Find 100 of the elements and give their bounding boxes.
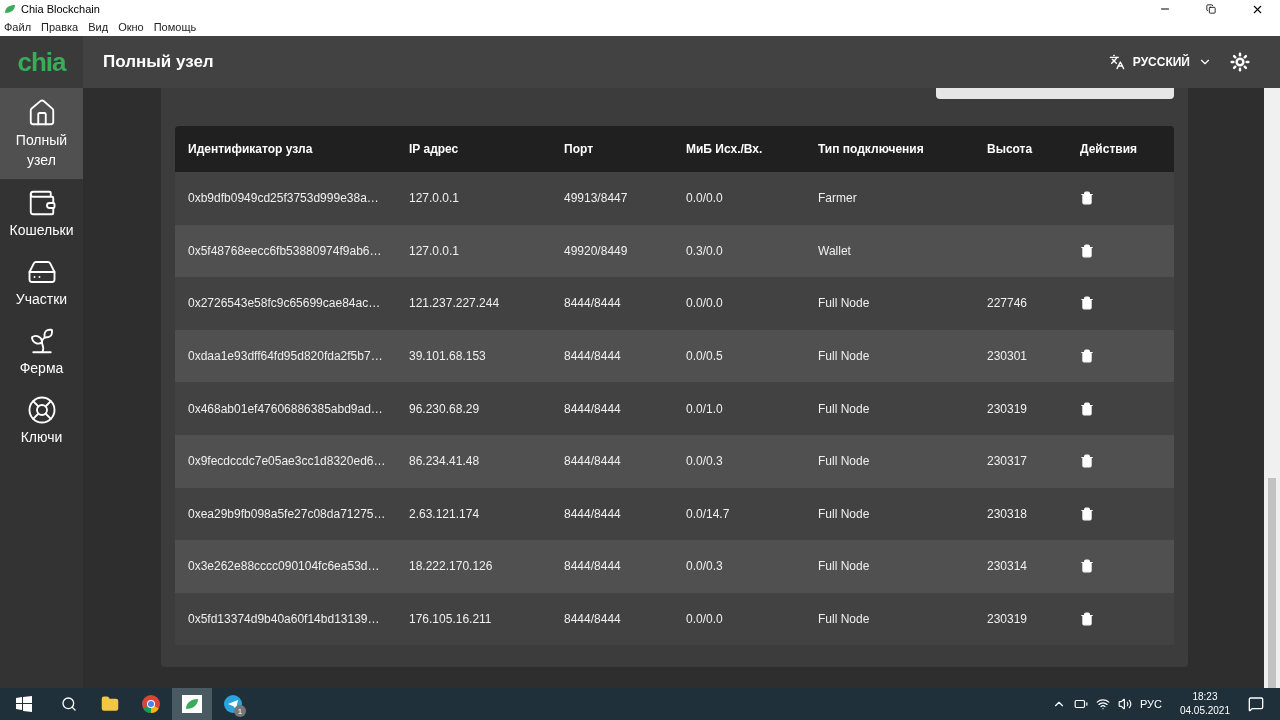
table-cell-text: 0x5fd13374d9b40a60f14bd13139… (188, 612, 381, 627)
table-cell-text: 0x3e262e88cccc090104fc6ea53d… (188, 559, 381, 574)
delete-button[interactable] (1080, 454, 1094, 469)
column-header: Порт (564, 142, 594, 156)
table-cell-text: 0x9fecdccdc7e05ae3cc1d8320ed6… (188, 454, 387, 469)
table-cell-text: Full Node (818, 296, 871, 311)
trash-icon (1080, 191, 1094, 206)
sidebar-item[interactable]: Участки (0, 248, 83, 317)
sidebar-item[interactable]: Полный узел (0, 88, 83, 179)
table-cell-text: 86.234.41.48 (409, 454, 481, 469)
trash-icon (1080, 559, 1094, 574)
keyboard-language[interactable]: РУС (1139, 698, 1162, 710)
sidebar-item[interactable]: Ключи (0, 386, 83, 455)
table-cell-text: 0xdaa1e93dff64fd95d820fda2f5b7… (188, 349, 384, 364)
language-selector[interactable]: РУССКИЙ (1102, 53, 1218, 71)
table-cell-text: 0xb9dfb0949cd25f3753d999e38a… (188, 191, 380, 206)
menu-item[interactable]: Вид (88, 21, 109, 33)
clock[interactable]: 18:23 04.05.2021 (1179, 690, 1230, 718)
table-cell-text: 0x2726543e58fc9c65699cae84ac… (188, 296, 382, 311)
table-cell-text: 18.222.170.126 (409, 559, 494, 574)
delete-button[interactable] (1080, 506, 1094, 521)
menu-item[interactable]: Правка (41, 21, 79, 33)
page-title: Полный узел (103, 52, 214, 72)
table-cell-text: 0.0/1.0 (686, 401, 724, 416)
browser-icon (142, 695, 160, 713)
table-cell-text: 8444/8444 (564, 401, 622, 416)
volume-icon[interactable] (1117, 697, 1132, 711)
table-cell-text: Full Node (818, 506, 871, 521)
table-cell-text: 0.3/0.0 (686, 243, 724, 258)
settings-button[interactable] (1230, 52, 1250, 72)
table-cell-text: 8444/8444 (564, 506, 622, 521)
trash-icon (1080, 349, 1094, 364)
leaf-app-button[interactable] (172, 688, 212, 720)
table-cell-text: 49913/8447 (564, 191, 629, 206)
table-cell-text: 230314 (987, 559, 1029, 574)
table-cell-text: 49920/8449 (564, 243, 629, 258)
table-cell-text: 0.0/0.5 (686, 349, 724, 364)
trash-icon (1080, 506, 1094, 521)
table-cell-text: 8444/8444 (564, 349, 622, 364)
table-cell-text: 230319 (987, 401, 1029, 416)
column-header: Тип подключения (818, 142, 925, 156)
table-cell-text: 227746 (987, 296, 1029, 311)
sidebar-item[interactable]: Ферма (0, 317, 83, 386)
table-cell-text: Wallet (818, 243, 852, 258)
table-cell-text: Full Node (818, 612, 871, 627)
table-cell-text: 230301 (987, 349, 1029, 364)
table-cell-text: 0.0/0.0 (686, 296, 724, 311)
scrollbar[interactable] (1264, 88, 1280, 688)
delete-button[interactable] (1080, 243, 1094, 258)
leaf-icon (182, 695, 202, 713)
table-cell-text: Farmer (818, 191, 858, 206)
table-cell-text: 230319 (987, 612, 1029, 627)
column-header: Действия (1080, 142, 1139, 156)
table-cell-text: 96.230.68.29 (409, 401, 481, 416)
column-header: IP адрес (409, 142, 460, 156)
column-header: Высота (987, 142, 1034, 156)
menu-item[interactable]: Файл (4, 21, 32, 33)
table-cell-text: 0.0/0.0 (686, 191, 724, 206)
table-cell-text: 0.0/14.7 (686, 506, 731, 521)
delete-button[interactable] (1080, 191, 1094, 206)
battery-icon[interactable] (1073, 697, 1088, 711)
table-cell-text: 39.101.68.153 (409, 349, 487, 364)
notifications-icon[interactable] (1248, 696, 1264, 712)
table-cell-text: 127.0.0.1 (409, 191, 461, 206)
search-icon (61, 696, 77, 712)
menu-item[interactable]: Помощь (153, 21, 197, 33)
table-cell-text: 8444/8444 (564, 454, 622, 469)
table-cell-text: Full Node (818, 401, 871, 416)
table-cell-text: 127.0.0.1 (409, 243, 461, 258)
delete-button[interactable] (1080, 349, 1094, 364)
table-cell-text: 230317 (987, 454, 1029, 469)
messenger-button[interactable]: 1 (213, 688, 253, 720)
table-cell-text: Full Node (818, 349, 871, 364)
table-cell-text: 0x5f48768eecc6fb53880974f9ab6… (188, 243, 383, 258)
trash-icon (1080, 243, 1094, 258)
restore-icon (1206, 4, 1216, 14)
delete-button[interactable] (1080, 612, 1094, 627)
table-cell-text: 8444/8444 (564, 559, 622, 574)
trash-icon (1080, 401, 1094, 416)
table-cell-text: 8444/8444 (564, 612, 622, 627)
sidebar-item[interactable]: Кошельки (0, 179, 83, 248)
delete-button[interactable] (1080, 401, 1094, 416)
table-cell-text: 0.0/0.3 (686, 454, 724, 469)
menu-item[interactable]: Окно (118, 21, 144, 33)
table-cell-text: 0.0/0.3 (686, 559, 724, 574)
logo: chia (0, 36, 83, 88)
lifebuoy-icon (26, 394, 57, 425)
table-cell-text: Full Node (818, 559, 871, 574)
table-cell-text: 0x468ab01ef47606886385abd9ad… (188, 401, 384, 416)
wifi-icon[interactable] (1095, 697, 1110, 711)
table-cell-text: 230318 (987, 506, 1029, 521)
column-header: Идентификатор узла (188, 142, 314, 156)
translate-icon (1108, 54, 1125, 70)
trash-icon (1080, 296, 1094, 311)
table-cell-text: 0.0/0.0 (686, 612, 724, 627)
table-cell-text: Full Node (818, 454, 871, 469)
delete-button[interactable] (1080, 559, 1094, 574)
table-cell-text: 2.63.121.174 (409, 506, 481, 521)
delete-button[interactable] (1080, 296, 1094, 311)
table-cell-text: 0xea29b9fb098a5fe27c08da71275… (188, 506, 387, 521)
